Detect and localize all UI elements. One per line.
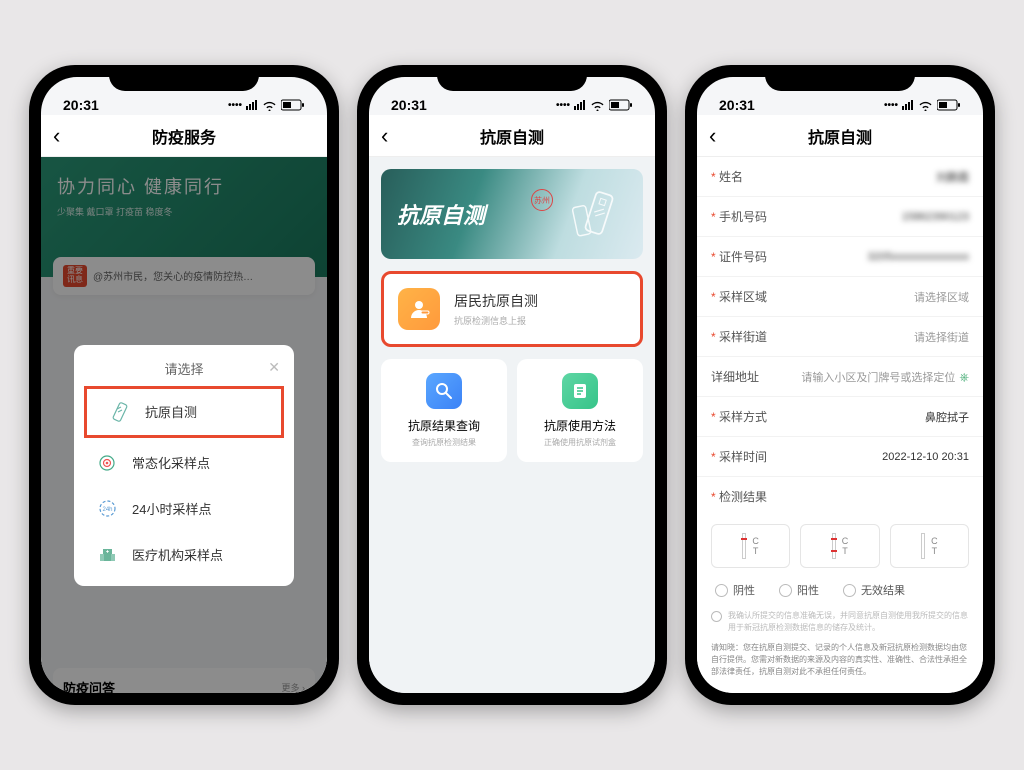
location-pin-icon[interactable]: ⎈: [959, 370, 969, 384]
resident-selftest-card[interactable]: 居民抗原自测 抗原检测信息上报: [381, 271, 643, 347]
status-icons: ••••: [556, 97, 633, 113]
card-title: 抗原结果查询: [391, 417, 497, 434]
result-radios: 阴性 阳性 无效结果: [697, 576, 983, 604]
status-time: 20:31: [719, 97, 755, 113]
usage-method-card[interactable]: 抗原使用方法 正确使用抗原试剂盒: [517, 359, 643, 462]
status-time: 20:31: [63, 97, 99, 113]
card-title: 居民抗原自测: [454, 291, 538, 311]
hospital-icon: [96, 544, 118, 566]
status-icons: ••••: [884, 97, 961, 113]
field-result-label: 检测结果: [697, 477, 983, 516]
card-subtitle: 查询抗原检测结果: [391, 437, 497, 448]
result-query-card[interactable]: 抗原结果查询 查询抗原检测结果: [381, 359, 507, 462]
field-id[interactable]: 证件号码3205xxxxxxxxxxxxxx: [697, 237, 983, 277]
card-subtitle: 抗原检测信息上报: [454, 314, 538, 327]
back-button[interactable]: ‹: [709, 123, 716, 149]
field-area[interactable]: 采样区域请选择区域: [697, 277, 983, 317]
highlight-box: 抗原自测: [84, 386, 284, 438]
target-icon: [96, 452, 118, 474]
value-address: 请输入小区及门牌号或选择定位⎈: [791, 369, 969, 385]
svg-text:24h: 24h: [102, 507, 112, 513]
field-time[interactable]: 采样时间2022-12-10 20:31: [697, 437, 983, 477]
option-antigen-selftest[interactable]: 抗原自测: [87, 389, 281, 435]
card-title: 抗原使用方法: [527, 417, 633, 434]
field-name[interactable]: 姓名刘鹏霞: [697, 157, 983, 197]
note-text: 请知晓：您在抗原自测提交、记录的个人信息及新冠抗原检测数据均由您自行提供。您需对…: [697, 640, 983, 686]
phone-notch: [109, 65, 259, 91]
banner-title: 抗原自测: [397, 198, 485, 230]
field-street[interactable]: 采样街道请选择街道: [697, 317, 983, 357]
close-icon[interactable]: ✕: [268, 359, 280, 376]
value-area: 请选择区域: [791, 289, 969, 305]
result-positive-card[interactable]: CT: [800, 524, 879, 568]
result-invalid-card[interactable]: CT: [890, 524, 969, 568]
battery-icon: [609, 99, 633, 111]
radio-positive[interactable]: 阳性: [779, 582, 819, 598]
value-id: 3205xxxxxxxxxxxxxx: [791, 251, 969, 263]
battery-icon: [281, 99, 305, 111]
navbar: ‹ 抗原自测: [369, 115, 655, 157]
phone-notch: [437, 65, 587, 91]
option-label: 24小时采样点: [132, 499, 211, 518]
back-button[interactable]: ‹: [53, 123, 60, 149]
user-test-icon: [398, 288, 440, 330]
radio-negative[interactable]: 阴性: [715, 582, 755, 598]
card-subtitle: 正确使用抗原试剂盒: [527, 437, 633, 448]
modal-title: 请选择 ✕: [74, 359, 294, 384]
radio-invalid[interactable]: 无效结果: [843, 582, 905, 598]
signal-icon: [246, 97, 258, 113]
value-method: 鼻腔拭子: [791, 409, 969, 425]
search-icon: [426, 373, 462, 409]
field-phone[interactable]: 手机号码15862390123: [697, 197, 983, 237]
battery-icon: [937, 99, 961, 111]
phone-notch: [765, 65, 915, 91]
navbar: ‹ 防疫服务: [41, 115, 327, 157]
field-address[interactable]: 详细地址请输入小区及门牌号或选择定位⎈: [697, 357, 983, 397]
disclaimer-checkbox[interactable]: 我确认所提交的信息准确无误，并同意抗原自测使用我所提交的信息用于新冠抗原检测数据…: [697, 604, 983, 640]
signal-icon: [902, 97, 914, 113]
value-name: 刘鹏霞: [791, 169, 969, 185]
result-negative-card[interactable]: CT: [711, 524, 790, 568]
option-24h-sampling[interactable]: 24h 24小时采样点: [74, 486, 294, 532]
phone-mockup-3: 20:31 •••• ‹ 抗原自测 姓名刘鹏霞 手机号码15862390123 …: [685, 65, 995, 705]
document-icon: [562, 373, 598, 409]
select-modal: 请选择 ✕ 抗原自测 常态化采样点 24h 24小时采样点: [74, 345, 294, 586]
value-time: 2022-12-10 20:31: [791, 451, 969, 463]
wifi-icon: [262, 100, 277, 111]
page-title: 防疫服务: [41, 124, 327, 148]
signal-icon: [574, 97, 586, 113]
option-medical-sampling[interactable]: 医疗机构采样点: [74, 532, 294, 578]
option-label: 常态化采样点: [132, 453, 210, 472]
value-street: 请选择街道: [791, 329, 969, 345]
navbar: ‹ 抗原自测: [697, 115, 983, 157]
city-stamp: 苏州: [531, 189, 553, 211]
phone-mockup-1: 20:31 •••• ‹ 防疫服务 协力同心 健康同行 少聚集 戴口罩 打疫苗 …: [29, 65, 339, 705]
status-icons: ••••: [228, 97, 305, 113]
result-options: CT CT CT: [697, 516, 983, 576]
field-method[interactable]: 采样方式鼻腔拭子: [697, 397, 983, 437]
wifi-icon: [918, 100, 933, 111]
status-time: 20:31: [391, 97, 427, 113]
back-button[interactable]: ‹: [381, 123, 388, 149]
wifi-icon: [590, 100, 605, 111]
option-regular-sampling[interactable]: 常态化采样点: [74, 440, 294, 486]
page-title: 抗原自测: [369, 124, 655, 148]
test-kit-icon: [571, 187, 629, 239]
clock-24h-icon: 24h: [96, 498, 118, 520]
modal-overlay[interactable]: 请选择 ✕ 抗原自测 常态化采样点 24h 24小时采样点: [41, 157, 327, 693]
banner: 抗原自测 苏州: [381, 169, 643, 259]
option-label: 抗原自测: [145, 402, 197, 421]
option-label: 医疗机构采样点: [132, 545, 223, 564]
test-kit-icon: [109, 401, 131, 423]
phone-mockup-2: 20:31 •••• ‹ 抗原自测 抗原自测 苏州 居民抗原自测 抗原检测信息上…: [357, 65, 667, 705]
value-phone: 15862390123: [791, 211, 969, 223]
page-title: 抗原自测: [697, 124, 983, 148]
